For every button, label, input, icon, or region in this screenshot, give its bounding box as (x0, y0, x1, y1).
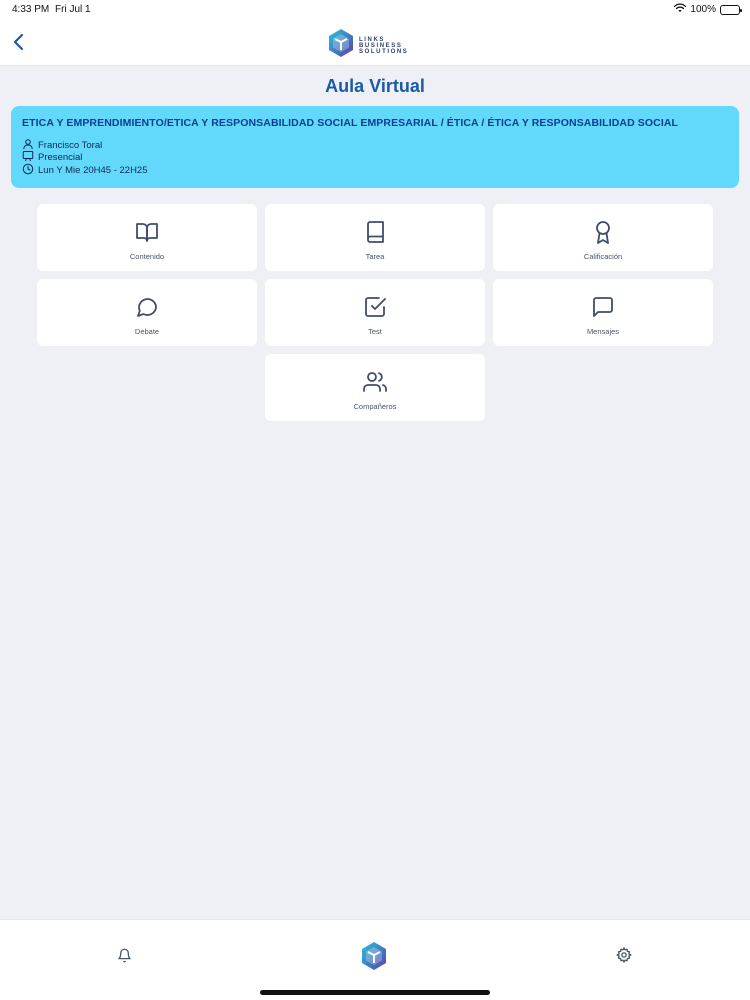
battery-icon (720, 4, 742, 15)
home-indicator (260, 990, 490, 995)
schedule-row: Lun Y Mie 20H45 - 22H25 (22, 163, 728, 178)
gear-icon (616, 947, 632, 967)
award-icon (591, 220, 615, 244)
chevron-left-icon (8, 33, 30, 58)
users-icon (363, 370, 387, 394)
tab-settings[interactable] (616, 947, 632, 968)
chat-bubble-icon (135, 295, 159, 319)
course-title: ETICA Y EMPRENDIMIENTO/ETICA Y RESPONSAB… (22, 117, 679, 129)
tile-mensajes[interactable]: Mensajes (493, 279, 713, 346)
book-icon (363, 220, 387, 244)
brand-wordmark: LINKS BUSINESS SOLUTIONS (359, 37, 408, 55)
book-open-icon (135, 220, 159, 244)
brand-line-3: SOLUTIONS (359, 48, 409, 55)
status-time: 4:33 PM (12, 4, 50, 15)
wifi-icon (674, 3, 687, 16)
tile-contenido[interactable]: Contenido (37, 204, 257, 271)
tile-label: Debate (134, 327, 160, 336)
page-title: Aula Virtual (325, 76, 425, 96)
navigation-bar: LINKS BUSINESS SOLUTIONS (0, 20, 750, 66)
back-button[interactable] (8, 30, 30, 54)
tab-notifications[interactable] (117, 948, 132, 968)
bell-icon (117, 948, 132, 967)
course-card: ETICA Y EMPRENDIMIENTO/ETICA Y RESPONSAB… (11, 106, 739, 188)
message-square-icon (591, 295, 615, 319)
tile-label: Contenido (129, 252, 165, 261)
teacher-name: Francisco Toral (38, 139, 103, 151)
tile-label: Compañeros (353, 402, 397, 411)
tile-label: Tarea (365, 252, 385, 261)
clock-icon (22, 163, 34, 178)
tile-tarea[interactable]: Tarea (265, 204, 485, 271)
tile-label: Calificación (583, 252, 623, 261)
tab-home[interactable] (361, 941, 387, 976)
tile-test[interactable]: Test (265, 279, 485, 346)
tile-debate[interactable]: Debate (37, 279, 257, 346)
schedule-text: Lun Y Mie 20H45 - 22H25 (38, 164, 148, 176)
logo-icon (328, 28, 354, 63)
tab-bar (0, 919, 750, 1000)
teacher-row: Francisco Toral (22, 139, 728, 152)
checkbox-icon (363, 295, 387, 319)
course-meta: Francisco Toral Presencial Lun Y Mie 20H… (22, 139, 728, 177)
modality-row: Presencial (22, 151, 728, 165)
tile-companeros[interactable]: Compañeros (265, 354, 485, 421)
tile-label: Test (368, 327, 382, 336)
status-right: 100% (674, 3, 742, 16)
tile-label: Mensajes (586, 327, 620, 336)
tile-calificacion[interactable]: Calificación (493, 204, 713, 271)
status-bar: 4:33 PM Fri Jul 1 100% (0, 0, 750, 20)
battery-percent: 100% (690, 4, 716, 15)
status-date: Fri Jul 1 (55, 4, 91, 15)
logo-icon (361, 942, 387, 975)
modality-text: Presencial (38, 152, 83, 164)
brand-logo: LINKS BUSINESS SOLUTIONS (328, 28, 408, 63)
